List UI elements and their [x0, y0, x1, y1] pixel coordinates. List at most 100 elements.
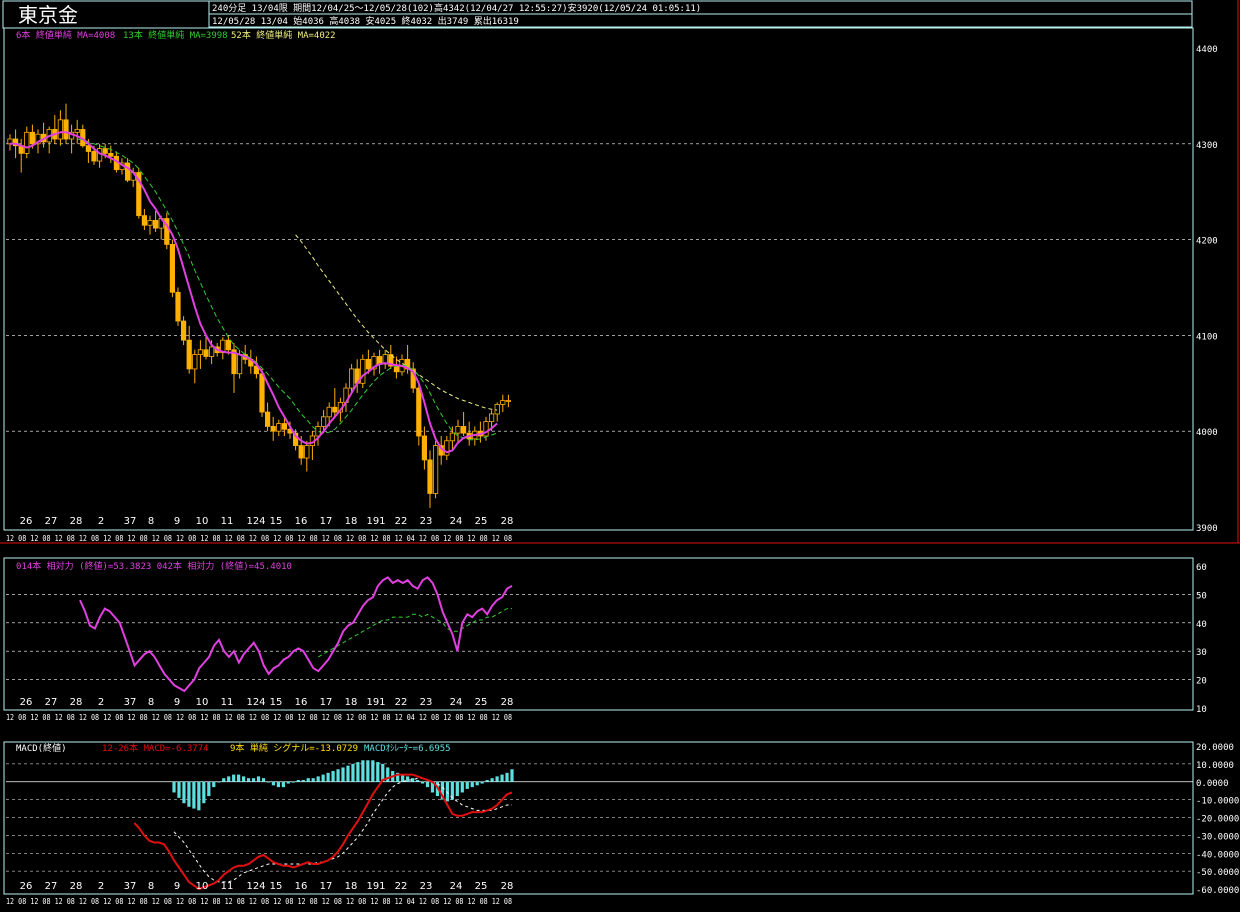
macd-osc-bar	[351, 763, 355, 782]
macd-osc-bar	[470, 781, 474, 788]
date-tick: 8	[148, 697, 154, 708]
macd-osc-bar	[361, 760, 365, 782]
macd-osc-bar	[331, 771, 335, 782]
macd-osc-bar	[266, 781, 271, 783]
time-tick-row: 12 08 12 08 12 08 12 08 12 08 12 08 12 0…	[6, 713, 512, 722]
macd-osc-bar	[480, 781, 484, 784]
date-tick: 191	[366, 516, 385, 527]
price-legend: 6本 終値単純 MA=4008 13本 終値単純 MA=3998 52本 終値単純 …	[16, 29, 336, 41]
macd-osc-bar	[495, 776, 499, 782]
macd-osc-bar	[276, 781, 280, 788]
candle-body	[304, 445, 310, 459]
date-tick: 15	[270, 697, 283, 708]
date-tick: 22	[395, 697, 408, 708]
macd-legend-item: 9本 単純 シグナル=-13.0729	[230, 742, 358, 754]
date-tick: 11	[221, 516, 234, 527]
ma52-line	[295, 234, 498, 411]
macd-legend-item: MACD(終値)	[16, 742, 67, 754]
rsi-grid: 60 50 40 30 20 10	[6, 563, 1207, 715]
candle-body	[432, 445, 439, 494]
candle-body	[192, 354, 198, 370]
date-tick: 23	[420, 516, 433, 527]
macd-osc-bar	[256, 776, 261, 782]
macd-osc-bar	[336, 769, 340, 782]
candle-body	[505, 400, 512, 402]
macd-grid: 20.0000 10.0000 0.0000 -10.0000 -20.0000 -30.…	[6, 743, 1239, 896]
date-tick: 26	[20, 516, 33, 527]
candle-body	[483, 421, 489, 437]
date-axes: 26 27 28 2 37 8 9 10 11 124 15 16 17 18 191 22 23 24 25 282…	[6, 516, 513, 906]
macd-osc-bar	[217, 781, 221, 783]
moving-averages	[10, 131, 498, 454]
date-tick: 18	[345, 881, 358, 892]
macd-legend-item: 12-26本 MACD=-6.3774	[102, 742, 209, 754]
macd-osc-bar	[301, 779, 305, 782]
price-y-tick: 3900	[1196, 524, 1218, 534]
price-pane	[3, 27, 1194, 531]
rsi-legend: 014本 相対力 (終値)=53.3823 042本 相対力 (終値)=45.4…	[16, 560, 292, 572]
date-tick: 25	[475, 697, 488, 708]
chart-canvas: 東京金 240分足 13/04限 期間12/04/25～12/05/28(102…	[0, 0, 1240, 906]
date-tick: 28	[70, 881, 83, 892]
macd-osc-bar	[187, 781, 191, 807]
macd-osc-bar	[505, 772, 509, 782]
date-tick: 28	[70, 697, 83, 708]
macd-osc-bar	[311, 778, 315, 782]
macd-legend-item: MACDｵｼﾚｰﾀｰ=6.6955	[364, 743, 451, 754]
macd-osc-bar	[401, 774, 405, 782]
candle-body	[236, 354, 243, 375]
macd-osc-bar	[232, 774, 236, 782]
date-tick: 18	[345, 516, 358, 527]
macd-y-tick: 0.0000	[1196, 779, 1229, 789]
time-tick-row: 12 08 12 08 12 08 12 08 12 08 12 08 12 0…	[6, 897, 512, 906]
macd-osc-bar	[465, 781, 469, 789]
date-tick: 26	[20, 881, 33, 892]
date-tick: 27	[45, 516, 58, 527]
ohlc-info: 12/05/28 13/04 始4036 高4038 安4025 終4032 出…	[212, 15, 519, 27]
date-tick: 15	[270, 516, 283, 527]
candle-body	[186, 339, 192, 370]
date-tick: 9	[174, 881, 180, 892]
date-tick: 10	[196, 697, 209, 708]
candle-body	[259, 373, 265, 413]
candle-body	[57, 119, 64, 140]
macd-osc-bar	[182, 781, 186, 804]
date-tick: 24	[450, 881, 463, 892]
candle-body	[416, 387, 422, 437]
price-y-tick: 4400	[1196, 45, 1218, 55]
macd-y-tick: 10.0000	[1196, 761, 1234, 771]
macd-osc-bar	[316, 776, 320, 782]
candle-body	[360, 358, 366, 384]
macd-y-tick: -10.0000	[1196, 797, 1239, 807]
macd-osc-bar	[197, 781, 201, 811]
candle-body	[63, 119, 69, 140]
macd-osc-bar	[271, 781, 276, 786]
date-tick: 16	[295, 881, 308, 892]
price-legend-item: 52本 終値単純 MA=4022	[231, 29, 336, 41]
candle-body	[326, 406, 332, 418]
candle-body	[141, 215, 147, 226]
candle-body	[500, 400, 506, 405]
date-tick: 23	[420, 697, 433, 708]
date-tick: 37	[124, 881, 137, 892]
macd-osc-bar	[376, 762, 380, 782]
date-tick: 25	[475, 881, 488, 892]
candle-body	[494, 403, 500, 415]
candle-body	[225, 339, 231, 351]
macd-osc-bar	[445, 781, 449, 802]
candle-body	[108, 152, 114, 157]
candle-body	[24, 131, 30, 154]
date-tick: 124	[246, 697, 265, 708]
macd-osc-bar	[420, 781, 425, 784]
macd-osc-bar	[326, 772, 330, 782]
date-tick: 22	[395, 516, 408, 527]
date-tick: 26	[20, 697, 33, 708]
macd-y-tick: -60.0000	[1196, 886, 1239, 896]
macd-osc-bar	[251, 778, 256, 782]
rsi-y-tick: 50	[1196, 591, 1207, 601]
macd-y-tick: 20.0000	[1196, 743, 1234, 753]
candle-body	[180, 320, 187, 341]
time-tick-row: 12 08 12 08 12 08 12 08 12 08 12 08 12 0…	[6, 534, 512, 543]
date-tick: 11	[221, 697, 234, 708]
date-tick: 17	[320, 516, 333, 527]
